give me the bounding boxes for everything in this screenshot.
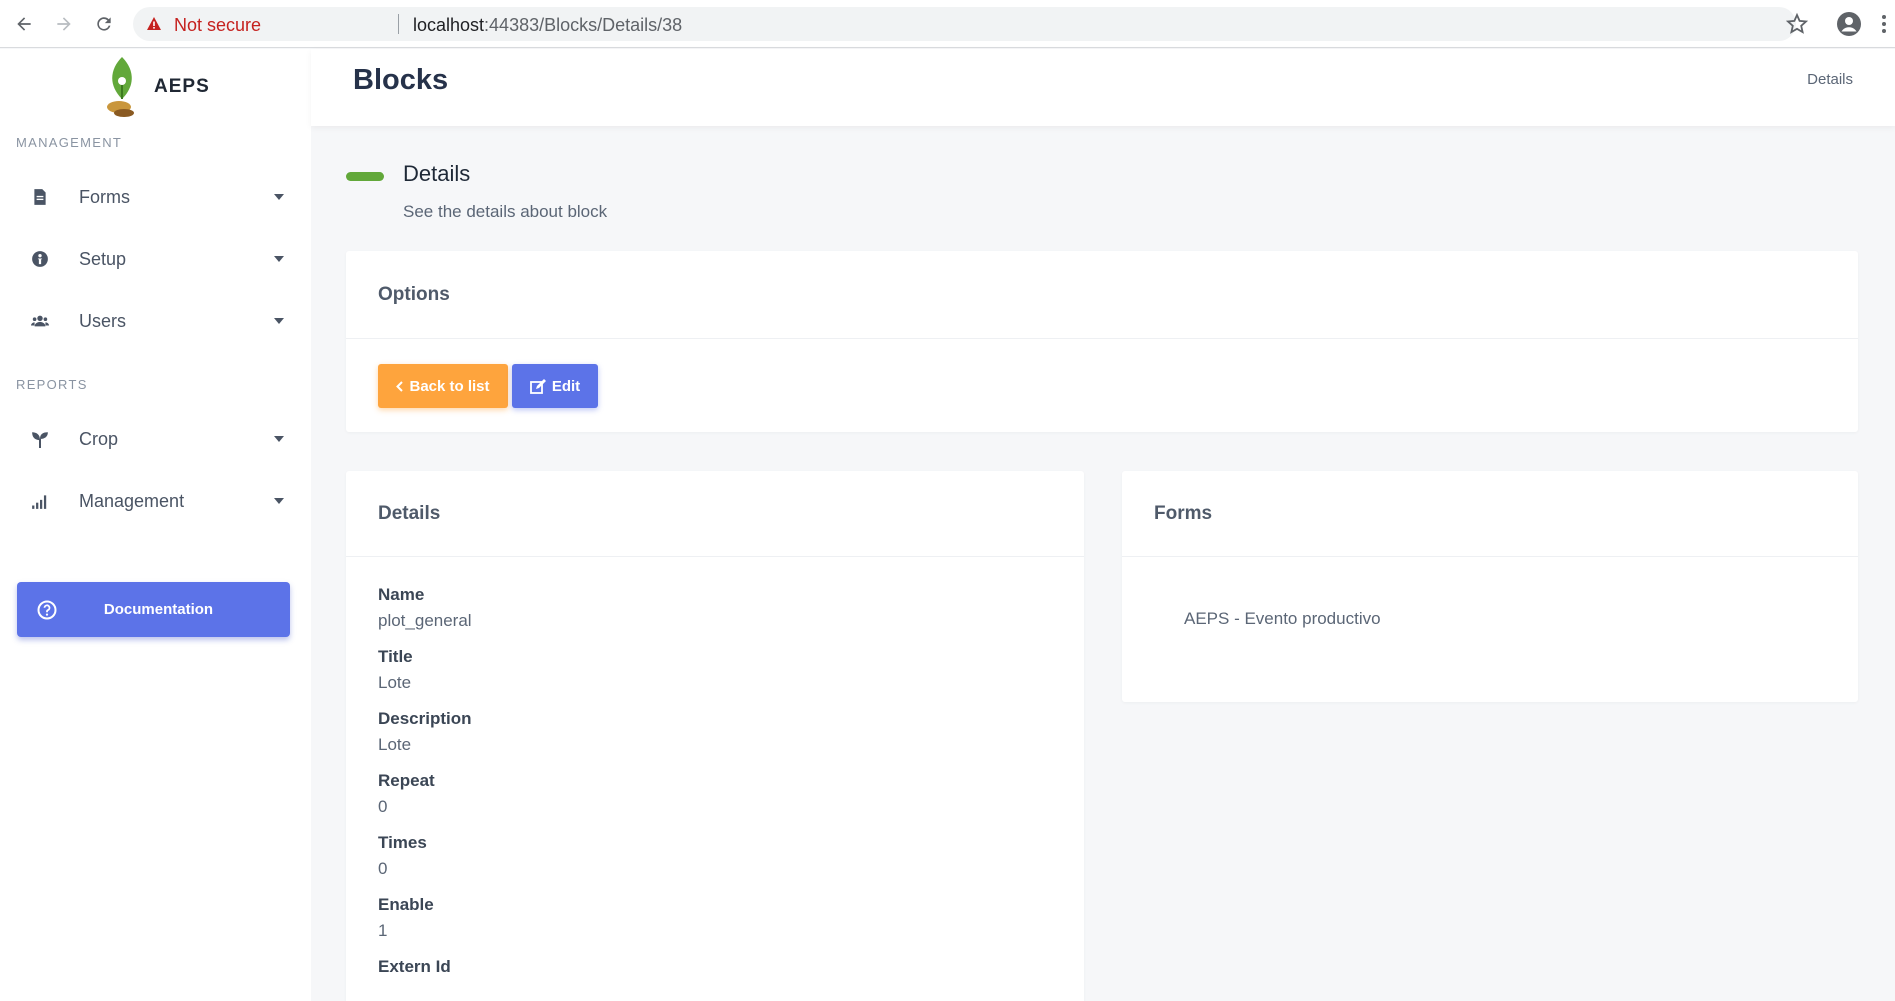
back-arrow-icon[interactable] (10, 10, 38, 38)
options-card-title: Options (378, 284, 450, 305)
card-divider (346, 556, 1084, 557)
chevron-left-icon (396, 380, 404, 392)
url-path: :44383/Blocks/Details/38 (484, 15, 683, 35)
signal-icon (30, 491, 50, 511)
back-to-list-button[interactable]: Back to list (378, 364, 508, 408)
not-secure-label: Not secure (174, 15, 262, 35)
sidebar-item-forms[interactable]: Forms (0, 173, 311, 221)
sidebar-item-management[interactable]: Management (0, 477, 311, 525)
sidebar-item-label: Forms (79, 186, 130, 207)
accent-bar (346, 172, 384, 181)
section-subtitle: See the details about block (403, 202, 608, 221)
seedling-icon (30, 429, 50, 449)
forward-arrow-icon[interactable] (50, 10, 78, 38)
sidebar-item-label: Setup (79, 248, 127, 269)
edit-button[interactable]: Edit (512, 364, 598, 408)
caret-down-icon (274, 256, 284, 262)
field-value-times: 0 (378, 859, 388, 878)
card-divider (1122, 556, 1858, 557)
details-card: Details (346, 471, 1084, 1001)
sidebar-item-setup[interactable]: Setup (0, 235, 311, 283)
form-list-item[interactable]: AEPS - Evento productivo (1184, 609, 1381, 629)
browser-menu-icon[interactable] (1878, 12, 1890, 36)
sidebar-item-label: Management (79, 490, 185, 511)
field-value-name: plot_general (378, 611, 472, 630)
bookmark-star-icon[interactable] (1785, 12, 1809, 36)
page-header: Blocks Details (311, 49, 1895, 126)
field-label-times: Times (378, 833, 427, 852)
sidebar: AEPS MANAGEMENT Forms Setup Users REPORT… (0, 49, 311, 1001)
brand-name: AEPS (154, 76, 210, 97)
caret-down-icon (274, 498, 284, 504)
address-bar[interactable]: Not secure localhost:44383/Blocks/Detail… (133, 7, 1796, 41)
field-value-enable: 1 (378, 921, 388, 940)
card-divider (346, 338, 1858, 339)
field-label-extern-id: Extern Id (378, 957, 451, 976)
caret-down-icon (274, 436, 284, 442)
forms-card-title: Forms (1154, 503, 1213, 524)
sidebar-item-label: Users (79, 310, 127, 331)
browser-toolbar: Not secure localhost:44383/Blocks/Detail… (0, 0, 1895, 48)
aeps-leaf-logo-icon (107, 57, 134, 117)
sidebar-item-crop[interactable]: Crop (0, 415, 311, 463)
field-label-description: Description (378, 709, 472, 728)
field-label-repeat: Repeat (378, 771, 435, 790)
url-text: localhost:44383/Blocks/Details/38 (413, 15, 682, 36)
brand-logo[interactable]: AEPS (104, 55, 210, 119)
file-icon (30, 187, 50, 207)
page-title: Blocks (353, 64, 449, 96)
caret-down-icon (274, 194, 284, 200)
forms-card: Forms (1122, 471, 1858, 702)
caret-down-icon (274, 318, 284, 324)
field-value-description: Lote (378, 735, 412, 754)
setup-icon (30, 249, 50, 269)
breadcrumb[interactable]: Details (1807, 71, 1853, 88)
field-label-enable: Enable (378, 895, 434, 914)
management-section-label: MANAGEMENT (16, 135, 123, 150)
url-host: localhost (413, 15, 485, 35)
address-separator (398, 14, 399, 34)
edit-icon (529, 378, 546, 394)
field-value-title: Lote (378, 673, 412, 692)
edit-label: Edit (551, 377, 581, 395)
account-icon[interactable] (1836, 11, 1862, 37)
reload-icon[interactable] (90, 10, 118, 38)
documentation-button[interactable]: Documentation (17, 582, 290, 637)
warning-icon (147, 17, 161, 30)
section-title: Details (403, 161, 471, 186)
sidebar-item-label: Crop (79, 428, 119, 449)
field-label-name: Name (378, 585, 425, 604)
documentation-label: Documentation (103, 601, 214, 618)
users-icon (30, 311, 50, 331)
field-value-repeat: 0 (378, 797, 388, 816)
field-label-title: Title (378, 647, 413, 666)
back-to-list-label: Back to list (409, 377, 490, 395)
details-card-title: Details (378, 503, 441, 524)
sidebar-item-users[interactable]: Users (0, 297, 311, 345)
reports-section-label: REPORTS (16, 377, 88, 392)
